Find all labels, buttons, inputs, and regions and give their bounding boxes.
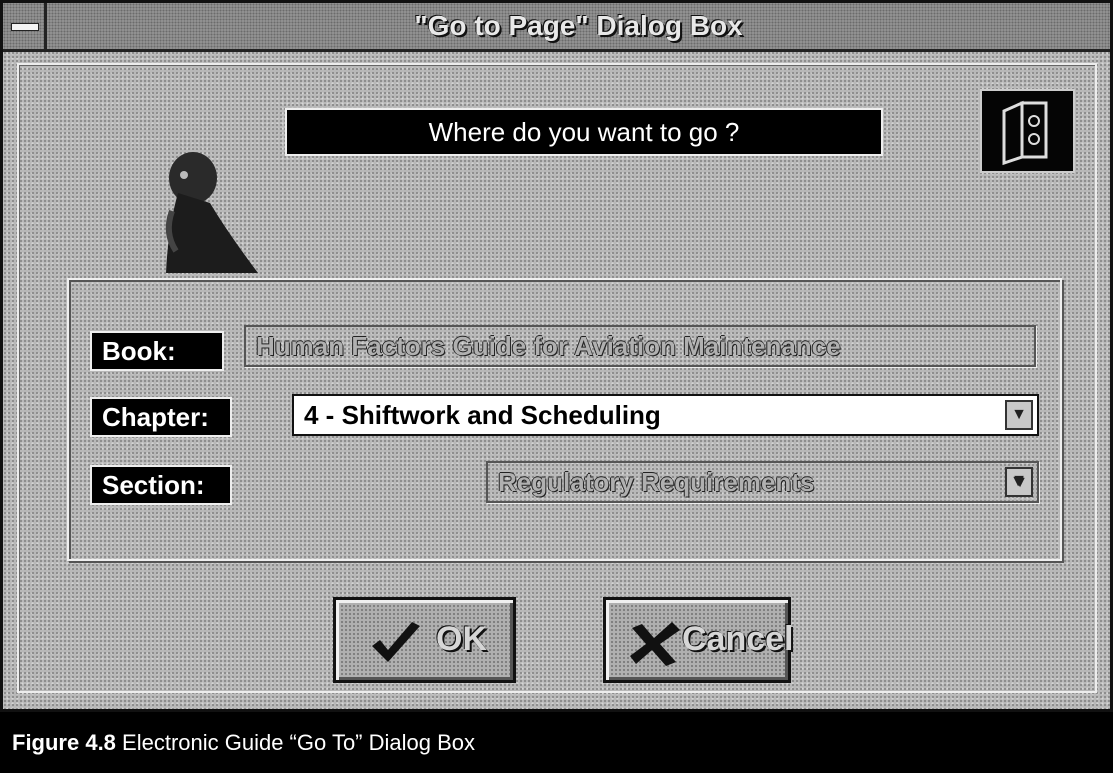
section-dropdown-arrow-icon: ▼ [1005,467,1033,497]
section-select: Regulatory Requirements ▼ [486,461,1039,503]
chapter-select-value: 4 - Shiftwork and Scheduling [304,400,661,430]
thinking-person-icon [148,133,283,278]
chapter-select[interactable]: 4 - Shiftwork and Scheduling ▼ [292,394,1039,436]
prompt-banner: Where do you want to go ? [285,108,883,156]
window-title: "Go to Page" Dialog Box [414,10,743,41]
chapter-dropdown-arrow-icon[interactable]: ▼ [1005,400,1033,430]
book-field: Human Factors Guide for Aviation Mainten… [244,325,1036,367]
section-select-value: Regulatory Requirements [498,467,815,497]
ok-button[interactable]: OK [333,597,516,683]
book-icon [980,89,1075,173]
book-label: Book: [90,331,224,371]
section-label: Section: [90,465,232,505]
chapter-label: Chapter: [90,397,232,437]
title-bar: "Go to Page" Dialog Box [3,3,1110,52]
cancel-button[interactable]: Cancel [603,597,794,683]
cancel-button-label: Cancel [682,620,794,658]
ok-button-label: OK [436,620,487,658]
figure-number: Figure 4.8 [12,730,116,755]
checkmark-icon [372,622,420,662]
go-to-page-dialog: "Go to Page" Dialog Box Where do you wan… [0,0,1113,712]
x-mark-icon [630,622,680,666]
system-menu-icon[interactable] [3,3,47,49]
figure-caption: Figure 4.8 Electronic Guide “Go To” Dial… [0,712,1113,773]
figure-caption-text: Electronic Guide “Go To” Dialog Box [115,730,476,755]
